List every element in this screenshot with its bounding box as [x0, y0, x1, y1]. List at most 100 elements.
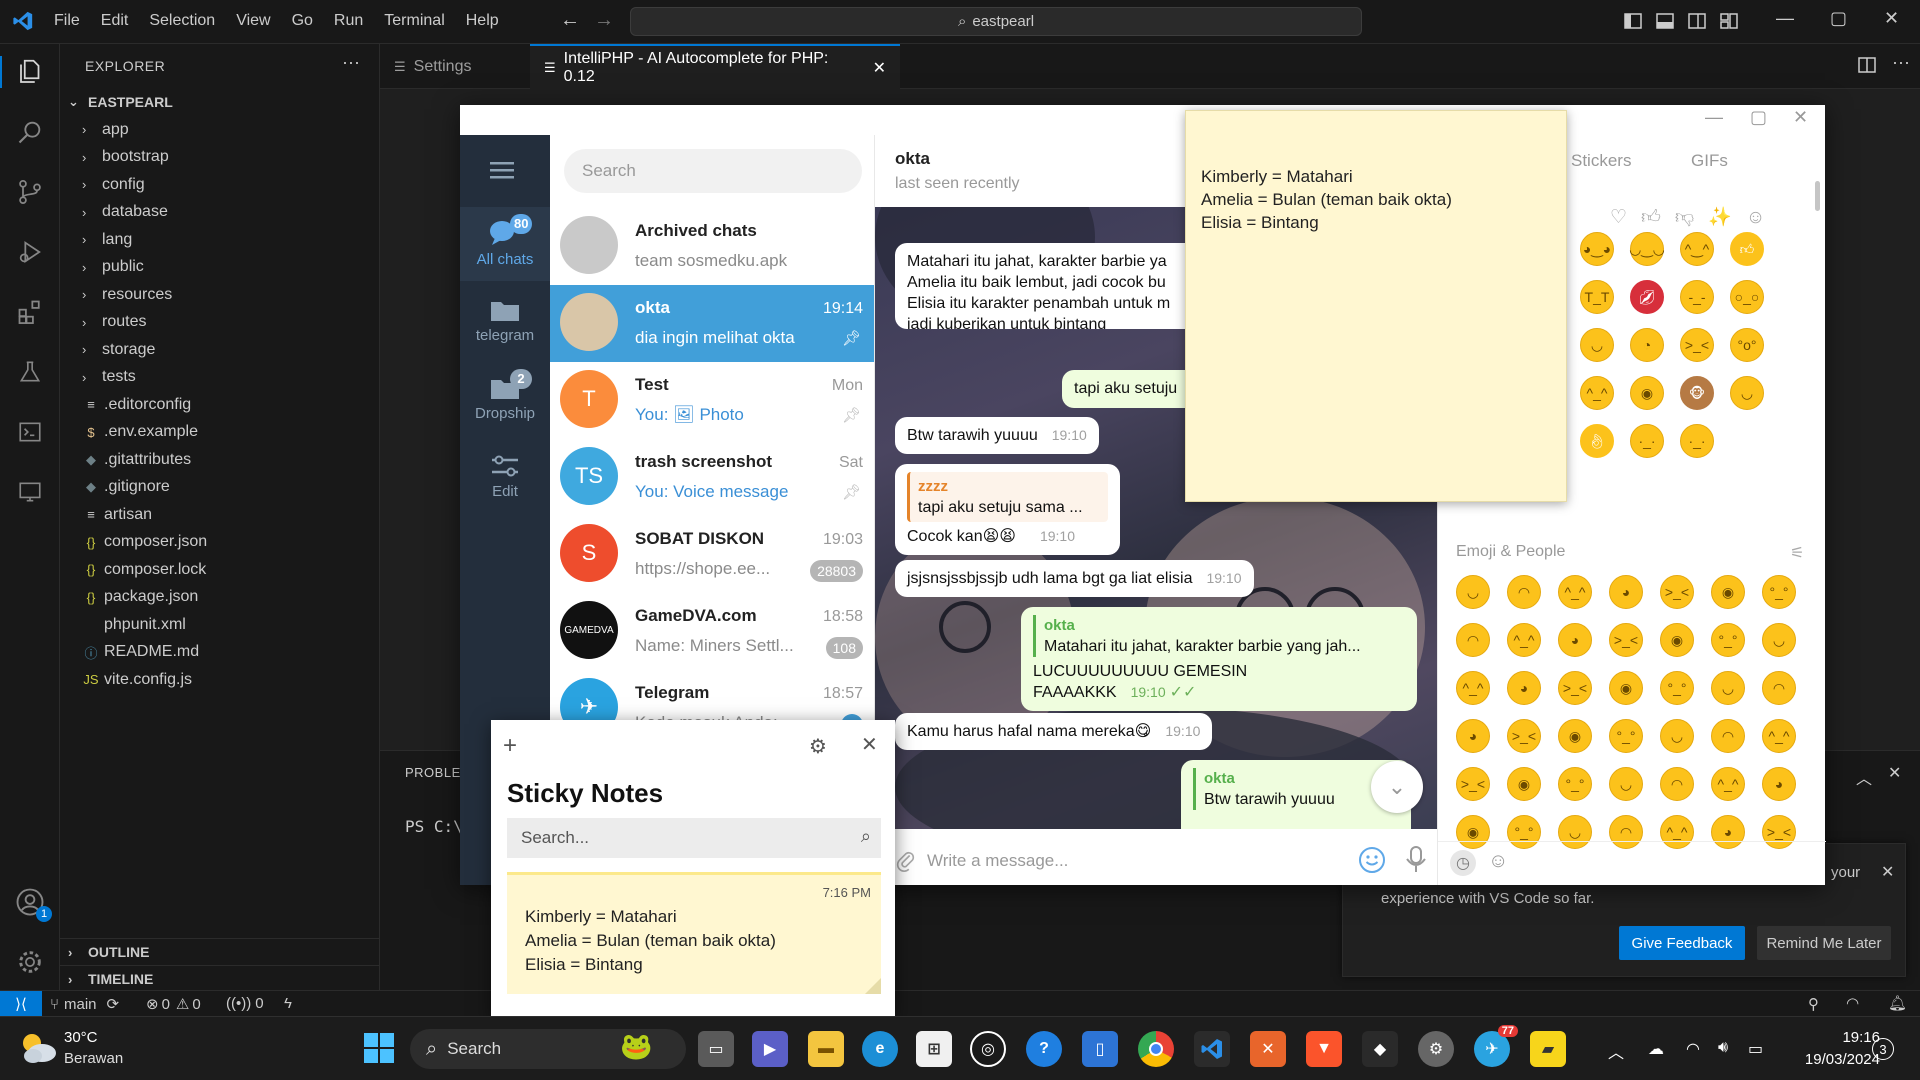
tab-settings[interactable]: ☰ Settings	[380, 44, 530, 89]
file-item[interactable]: phpunit.xml	[60, 611, 380, 638]
message-reply-cocok[interactable]: zzzz tapi aku setuju sama ... Cocok kan😫…	[895, 464, 1120, 555]
minimize-icon[interactable]: —	[1776, 8, 1794, 29]
scroll-down-icon[interactable]: ⌄	[1371, 761, 1423, 813]
maximize-icon[interactable]: ▢	[1830, 8, 1847, 29]
taskbar-search-box[interactable]: ⌕ Search 🐸	[410, 1029, 686, 1069]
lightning-icon[interactable]: ϟ	[284, 995, 292, 1012]
folder-item-storage[interactable]: › storage	[60, 336, 380, 363]
emoji-button[interactable]: ^_^	[1762, 719, 1796, 753]
emoji-button[interactable]: ·_·	[1680, 424, 1714, 458]
emoji-button[interactable]: 💋︎	[1630, 280, 1664, 314]
emoji-button[interactable]: ◕	[1558, 623, 1592, 657]
file-item[interactable]: ⓘ README.md	[60, 639, 380, 666]
folder-edit[interactable]: Edit	[460, 441, 550, 515]
menu-view[interactable]: View	[236, 12, 270, 30]
file-item[interactable]: JS vite.config.js	[60, 666, 380, 693]
settings-taskbar-icon[interactable]: ⚙	[1418, 1031, 1454, 1067]
give-feedback-button[interactable]: Give Feedback	[1619, 926, 1745, 960]
toggle-primary-sidebar-icon[interactable]	[1624, 12, 1642, 35]
network-cloud-icon[interactable]: ☁	[1648, 1039, 1664, 1059]
notification-center-badge[interactable]: 3	[1872, 1038, 1894, 1060]
emoji-button[interactable]: ^_^	[1507, 623, 1541, 657]
folder-item-routes[interactable]: › routes	[60, 309, 380, 336]
emoji-button[interactable]: ◡	[1456, 575, 1490, 609]
emoji-button[interactable]: ◠	[1456, 623, 1490, 657]
weather-desc[interactable]: Berawan	[64, 1050, 123, 1067]
emoji-button[interactable]: 🐵︎	[1680, 376, 1714, 410]
note-card[interactable]: 7:16 PM Kimberly = Matahari Amelia = Bul…	[507, 872, 881, 994]
extensions-icon[interactable]	[14, 296, 46, 328]
testing-flask-icon[interactable]	[14, 356, 46, 388]
attach-paperclip-icon[interactable]	[895, 849, 917, 879]
wifi-icon[interactable]: ◠	[1686, 1039, 1700, 1059]
emoji-button[interactable]: ◉	[1711, 575, 1745, 609]
message-tarawih[interactable]: Btw tarawih yuuuu 19:10	[895, 417, 1099, 454]
emoji-scrollbar[interactable]	[1815, 181, 1820, 211]
problems-status[interactable]: ⊗ 0 ⚠ 0	[146, 995, 201, 1014]
chat-sobat-diskon[interactable]: S SOBAT DISKON https://shope.ee... 19:03 288…	[550, 516, 874, 593]
chat-okta[interactable]: okta dia ingin melihat okta te... 19:14 📌︎	[550, 285, 874, 362]
editor-more-icon[interactable]: ···	[1892, 52, 1910, 73]
remind-me-later-button[interactable]: Remind Me Later	[1757, 926, 1891, 960]
notifications-bell-icon[interactable]: 🔔︎	[1888, 994, 1907, 1012]
emoji-button[interactable]: ◕	[1507, 671, 1541, 705]
sticky-note-window[interactable]: Kimberly = Matahari Amelia = Bulan (tema…	[1185, 110, 1567, 502]
timeline-section[interactable]: › TIMELINE	[60, 965, 380, 992]
menu-run[interactable]: Run	[334, 12, 363, 30]
emoji-button[interactable]: °_°	[1711, 623, 1745, 657]
root-folder-eastpearl[interactable]: ⌄ EASTPEARL	[60, 88, 380, 115]
emoji-button[interactable]: ◠	[1762, 671, 1796, 705]
microphone-icon[interactable]	[1403, 845, 1429, 880]
clock-time[interactable]: 19:16	[1790, 1029, 1880, 1046]
emoji-button[interactable]: ·_·	[1630, 424, 1664, 458]
chat-trash-screenshot[interactable]: TS trash screenshot You: Voice message Sat 📌…	[550, 439, 874, 516]
folder-item-public[interactable]: › public	[60, 254, 380, 281]
emoji-button[interactable]: ◡	[1609, 767, 1643, 801]
toggle-panel-icon[interactable]	[1656, 12, 1674, 35]
app-logo-icon[interactable]: ◎	[970, 1031, 1006, 1067]
vscode-taskbar-icon[interactable]	[1194, 1031, 1230, 1067]
weather-temp[interactable]: 30°C	[64, 1029, 98, 1046]
sticker-category-icons[interactable]: ♡👍︎👎︎✨☺︎	[1610, 205, 1779, 229]
menu-terminal[interactable]: Terminal	[384, 12, 444, 30]
close-tab-icon[interactable]: ✕	[873, 58, 886, 78]
emoji-button[interactable]: ◡	[1660, 719, 1694, 753]
split-editor-icon[interactable]	[1858, 56, 1876, 79]
accounts-icon[interactable]: 1	[14, 886, 52, 922]
tab-intelliphp[interactable]: ☰ IntelliPHP - AI Autocomplete for PHP: …	[530, 44, 900, 89]
chat-archived[interactable]: Archived chats team sosmedku.apk	[550, 208, 874, 285]
teams-icon[interactable]: ▶	[752, 1031, 788, 1067]
emoji-button[interactable]: >_<	[1609, 623, 1643, 657]
chat-gamedva[interactable]: GAMEDVA GameDVA.com Name: Miners Settl... 1…	[550, 593, 874, 670]
menu-go[interactable]: Go	[292, 12, 313, 30]
folder-item-app[interactable]: › app	[60, 116, 380, 143]
tab-stickers[interactable]: Stickers	[1571, 151, 1631, 171]
search-view-icon[interactable]	[14, 116, 46, 148]
message-sent-lucu[interactable]: okta Matahari itu jahat, karakter barbie…	[1021, 607, 1417, 711]
emoji-button[interactable]: ^_^	[1580, 376, 1614, 410]
remote-indicator-icon[interactable]: ⟩⟨	[0, 991, 42, 1017]
folder-telegram[interactable]: telegram	[460, 285, 550, 359]
folder-dropship[interactable]: Dropship 2	[460, 363, 550, 437]
notes-search-input[interactable]: Search... ⌕	[507, 818, 881, 858]
file-item[interactable]: {} composer.json	[60, 529, 380, 556]
emoji-button[interactable]: °_°	[1558, 767, 1592, 801]
emoji-button[interactable]: ◉	[1558, 719, 1592, 753]
sticky-note-content[interactable]: Kimberly = Matahari Amelia = Bulan (tema…	[1201, 165, 1452, 234]
help-icon[interactable]: ?	[1026, 1031, 1062, 1067]
panel-close-icon[interactable]: ✕	[1888, 763, 1901, 783]
sticky-notes-taskbar-icon[interactable]: ▰	[1530, 1031, 1566, 1067]
tab-gifs[interactable]: GIFs	[1691, 151, 1728, 171]
folder-item-tests[interactable]: › tests	[60, 364, 380, 391]
tg-minimize-icon[interactable]: —	[1705, 107, 1723, 128]
emoji-button[interactable]: ^‿^	[1680, 232, 1714, 266]
emoji-button[interactable]: °_°	[1609, 719, 1643, 753]
microsoft-store-icon[interactable]: ⊞	[916, 1031, 952, 1067]
chat-header-name[interactable]: okta	[895, 149, 930, 169]
volume-icon[interactable]: 🔊︎	[1718, 1039, 1728, 1057]
emoji-button[interactable]: °_°	[1762, 575, 1796, 609]
branch-status[interactable]: ⑂ main ⟳	[50, 995, 119, 1014]
emoji-button[interactable]: T_T	[1580, 280, 1614, 314]
terminal-prompt[interactable]: PS C:\	[405, 817, 463, 836]
show-hidden-icons-icon[interactable]: ︿	[1608, 1039, 1624, 1063]
